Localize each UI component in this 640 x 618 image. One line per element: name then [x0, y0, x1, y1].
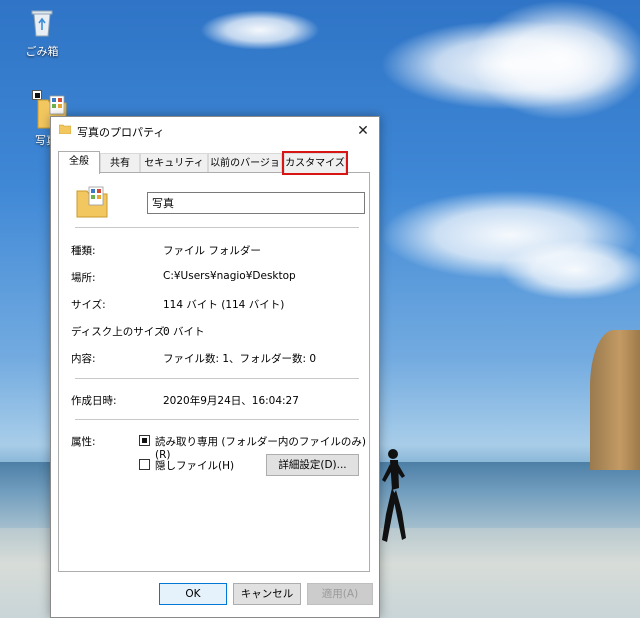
- apply-button[interactable]: 適用(A): [307, 583, 373, 605]
- location-value: C:¥Users¥nagio¥Desktop: [163, 270, 296, 282]
- properties-dialog: 写真のプロパティ ✕ 全般 共有 セキュリティ 以前のバージョン カスタマイズ: [50, 116, 380, 618]
- disk-size-label: ディスク上のサイズ:: [71, 326, 168, 338]
- general-tab-panel: 種類: ファイル フォルダー 場所: C:¥Users¥nagio¥Deskto…: [58, 172, 370, 572]
- size-label: サイズ:: [71, 299, 106, 311]
- cancel-button[interactable]: キャンセル: [233, 583, 301, 605]
- hidden-label: 隠しファイル(H): [155, 460, 235, 472]
- tab-strip: 全般 共有 セキュリティ 以前のバージョン カスタマイズ: [58, 151, 372, 189]
- tab-label: カスタマイズ: [285, 158, 345, 169]
- tab-label: セキュリティ: [144, 158, 204, 169]
- tab-label: 全般: [69, 156, 89, 167]
- contents-value: ファイル数: 1、フォルダー数: 0: [163, 353, 317, 365]
- close-button[interactable]: ✕: [353, 121, 373, 141]
- tab-previous-versions[interactable]: 以前のバージョン: [208, 153, 282, 189]
- hidden-checkbox[interactable]: [139, 459, 150, 470]
- type-value: ファイル フォルダー: [163, 245, 261, 257]
- tab-general[interactable]: 全般: [58, 151, 100, 174]
- divider: [75, 419, 359, 420]
- desktop-icon-label: ごみ箱: [25, 45, 59, 58]
- ok-button[interactable]: OK: [159, 583, 227, 605]
- close-icon: ✕: [357, 123, 369, 139]
- readonly-checkbox[interactable]: [139, 435, 150, 446]
- tab-security[interactable]: セキュリティ: [140, 153, 208, 173]
- divider: [75, 227, 359, 228]
- recycle-bin-icon: [31, 10, 53, 37]
- tab-sharing[interactable]: 共有: [100, 153, 140, 173]
- disk-size-value: 0 バイト: [163, 326, 205, 338]
- created-label: 作成日時:: [71, 395, 117, 407]
- dialog-title: 写真のプロパティ: [77, 126, 165, 139]
- location-label: 場所:: [71, 272, 96, 284]
- size-value: 114 バイト (114 バイト): [163, 299, 285, 311]
- desktop-icon-recycle-bin[interactable]: ごみ箱: [12, 6, 72, 59]
- advanced-settings-button[interactable]: 詳細設定(D)...: [266, 454, 359, 476]
- type-label: 種類:: [71, 245, 96, 257]
- folder-name-input[interactable]: [147, 192, 365, 214]
- created-value: 2020年9月24日、16:04:27: [163, 395, 299, 407]
- tab-customize[interactable]: カスタマイズ: [282, 151, 348, 175]
- contents-label: 内容:: [71, 353, 96, 365]
- tab-label: 共有: [110, 158, 130, 169]
- folder-icon: [59, 124, 71, 134]
- dialog-titlebar[interactable]: 写真のプロパティ ✕: [51, 117, 379, 145]
- runner-figure: [382, 449, 406, 542]
- folder-icon: [76, 186, 108, 218]
- attributes-label: 属性:: [71, 436, 96, 448]
- divider: [75, 378, 359, 379]
